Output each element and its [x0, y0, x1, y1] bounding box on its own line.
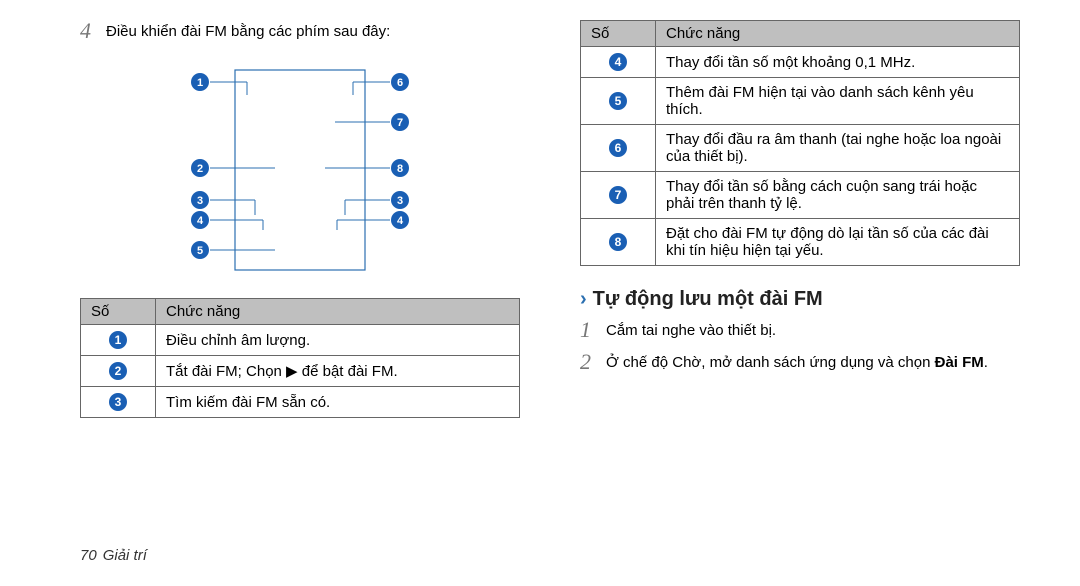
bullet-icon: 4: [609, 53, 627, 71]
svg-text:8: 8: [397, 163, 403, 175]
bullet-icon: 1: [109, 331, 127, 349]
chevron-icon: ›: [580, 288, 587, 311]
col-header-num: Số: [581, 21, 656, 47]
page-footer: 70 Giải trí: [80, 547, 147, 564]
svg-text:3: 3: [197, 195, 203, 207]
step-number: 4: [80, 20, 98, 42]
func-desc: Điều chỉnh âm lượng.: [156, 325, 520, 356]
step-number: 1: [580, 319, 598, 341]
bullet-icon: 6: [609, 139, 627, 157]
step-text-bold: Đài FM: [935, 354, 984, 371]
table-row: 2 Tắt đài FM; Chọn ▶ để bật đài FM.: [81, 356, 520, 387]
svg-text:6: 6: [397, 77, 403, 89]
step-text: Điều khiển đài FM bằng các phím sau đây:: [106, 20, 390, 40]
diagram-bullet: 4: [391, 211, 409, 229]
step-text: Cắm tai nghe vào thiết bị.: [606, 319, 776, 339]
function-table-left: Số Chức năng 1 Điều chỉnh âm lượng. 2 Tắ…: [80, 298, 520, 418]
step-2: 2 Ở chế độ Chờ, mở danh sách ứng dụng và…: [580, 351, 1020, 373]
func-desc: Thay đổi tần số một khoảng 0,1 MHz.: [656, 47, 1020, 78]
func-desc: Tắt đài FM; Chọn ▶ để bật đài FM.: [156, 356, 520, 387]
bullet-icon: 7: [609, 186, 627, 204]
table-row: 3 Tìm kiếm đài FM sẵn có.: [81, 387, 520, 418]
bullet-icon: 2: [109, 362, 127, 380]
func-desc: Thêm đài FM hiện tại vào danh sách kênh …: [656, 78, 1020, 125]
diagram-bullet: 2: [191, 159, 209, 177]
diagram: 1 2 3 4 5 6 7 8 3 4: [80, 52, 520, 298]
diagram-bullet: 3: [191, 191, 209, 209]
diagram-bullet: 3: [391, 191, 409, 209]
step-4: 4 Điều khiển đài FM bằng các phím sau đâ…: [80, 20, 520, 42]
table-row: 8 Đặt cho đài FM tự động dò lại tần số c…: [581, 219, 1020, 266]
func-desc: Tìm kiếm đài FM sẵn có.: [156, 387, 520, 418]
step-text: Ở chế độ Chờ, mở danh sách ứng dụng và c…: [606, 351, 988, 371]
svg-text:3: 3: [397, 195, 403, 207]
step-1: 1 Cắm tai nghe vào thiết bị.: [580, 319, 1020, 341]
table-row: 7 Thay đổi tần số bằng cách cuộn sang tr…: [581, 172, 1020, 219]
diagram-bullet: 5: [191, 241, 209, 259]
right-column: Số Chức năng 4 Thay đổi tần số một khoản…: [580, 20, 1020, 418]
svg-text:7: 7: [397, 117, 403, 129]
step-text-pre: Ở chế độ Chờ, mở danh sách ứng dụng và c…: [606, 354, 935, 371]
table-row: 5 Thêm đài FM hiện tại vào danh sách kên…: [581, 78, 1020, 125]
func-desc: Thay đổi tần số bằng cách cuộn sang trái…: [656, 172, 1020, 219]
svg-text:4: 4: [197, 215, 204, 227]
step-number: 2: [580, 351, 598, 373]
heading-text: Tự động lưu một đài FM: [593, 288, 823, 311]
section-name: Giải trí: [103, 547, 147, 564]
table-row: 6 Thay đổi đầu ra âm thanh (tai nghe hoặ…: [581, 125, 1020, 172]
diagram-bullet: 8: [391, 159, 409, 177]
svg-text:5: 5: [197, 245, 203, 257]
left-column: 4 Điều khiển đài FM bằng các phím sau đâ…: [80, 20, 520, 418]
svg-text:2: 2: [197, 163, 203, 175]
func-desc: Đặt cho đài FM tự động dò lại tần số của…: [656, 219, 1020, 266]
col-header-num: Số: [81, 299, 156, 325]
diagram-bullet: 7: [391, 113, 409, 131]
svg-text:1: 1: [197, 77, 203, 89]
diagram-bullet: 6: [391, 73, 409, 91]
section-heading: › Tự động lưu một đài FM: [580, 288, 1020, 311]
bullet-icon: 8: [609, 233, 627, 251]
svg-text:4: 4: [397, 215, 404, 227]
bullet-icon: 5: [609, 92, 627, 110]
col-header-func: Chức năng: [656, 21, 1020, 47]
diagram-bullet: 1: [191, 73, 209, 91]
col-header-func: Chức năng: [156, 299, 520, 325]
step-text-post: .: [984, 354, 988, 371]
func-desc: Thay đổi đầu ra âm thanh (tai nghe hoặc …: [656, 125, 1020, 172]
function-table-right: Số Chức năng 4 Thay đổi tần số một khoản…: [580, 20, 1020, 266]
page-number: 70: [80, 547, 97, 564]
bullet-icon: 3: [109, 393, 127, 411]
diagram-bullet: 4: [191, 211, 209, 229]
fm-diagram: 1 2 3 4 5 6 7 8 3 4: [155, 60, 445, 280]
table-row: 1 Điều chỉnh âm lượng.: [81, 325, 520, 356]
table-row: 4 Thay đổi tần số một khoảng 0,1 MHz.: [581, 47, 1020, 78]
